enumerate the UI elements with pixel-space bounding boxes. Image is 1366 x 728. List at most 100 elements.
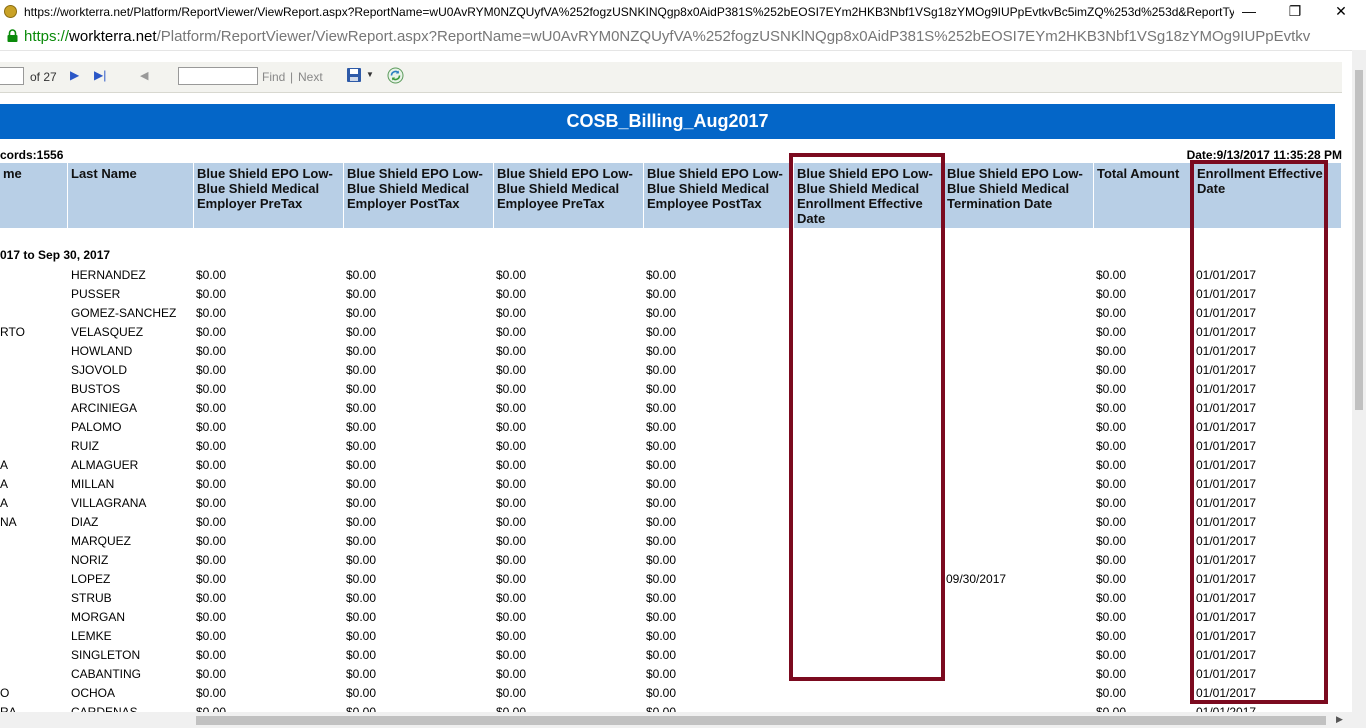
close-button[interactable]: ✕ [1318, 0, 1364, 24]
title-bar: https://workterra.net/Platform/ReportVie… [0, 0, 1366, 24]
table-row: RTO VELASQUEZ $0.00 $0.00 $0.00 $0.00 $0.00 01/… [0, 322, 1342, 341]
table-row: A MILLAN $0.00 $0.00 $0.00 $0.00 $0.00 01/01/20… [0, 474, 1342, 493]
cell-employer-posttax: $0.00 [346, 667, 377, 681]
cell-employer-posttax: $0.00 [346, 572, 377, 586]
cell-total-amount: $0.00 [1096, 553, 1127, 567]
cell-employer-pretax: $0.00 [196, 325, 227, 339]
page-number-input[interactable] [0, 67, 24, 85]
table-row: NA DIAZ $0.00 $0.00 $0.00 $0.00 $0.00 01/01/201… [0, 512, 1342, 531]
table-row: PUSSER $0.00 $0.00 $0.00 $0.00 $0.00 01/01/201… [0, 284, 1342, 303]
cell-total-amount: $0.00 [1096, 458, 1127, 472]
cell-employee-posttax: $0.00 [646, 458, 677, 472]
lock-icon [7, 29, 18, 42]
report-toolbar: of 27 ▶ ▶| ◀ Find | Next ▼ [0, 62, 1342, 93]
cell-employer-posttax: $0.00 [346, 382, 377, 396]
cell-employer-pretax: $0.00 [196, 591, 227, 605]
report-title: COSB_Billing_Aug2017 [0, 104, 1335, 139]
cell-total-amount: $0.00 [1096, 382, 1127, 396]
minimize-button[interactable]: — [1226, 0, 1272, 24]
url-scheme: https:// [24, 28, 70, 45]
cell-last-name: HERNANDEZ [71, 268, 146, 282]
table-row: STRUB $0.00 $0.00 $0.00 $0.00 $0.00 01/01/2017 [0, 588, 1342, 607]
table-row: BUSTOS $0.00 $0.00 $0.00 $0.00 $0.00 01/01/201… [0, 379, 1342, 398]
url-text[interactable]: https://workterra.net/Platform/ReportVie… [24, 28, 1310, 45]
find-link[interactable]: Find [262, 70, 285, 84]
cell-employee-posttax: $0.00 [646, 420, 677, 434]
cell-total-amount: $0.00 [1096, 477, 1127, 491]
cell-total-amount: $0.00 [1096, 515, 1127, 529]
cell-employee-posttax: $0.00 [646, 439, 677, 453]
cell-employee-pretax: $0.00 [496, 344, 527, 358]
cell-employee-posttax: $0.00 [646, 325, 677, 339]
vertical-scroll-thumb[interactable] [1355, 70, 1363, 410]
scroll-right-icon[interactable]: ▶ [1336, 714, 1343, 725]
vertical-scrollbar[interactable] [1352, 50, 1366, 728]
horizontal-scroll-thumb[interactable] [196, 716, 1326, 725]
cell-employer-posttax: $0.00 [346, 439, 377, 453]
cell-last-name: HOWLAND [71, 344, 133, 358]
table-row: LOPEZ $0.00 $0.00 $0.00 $0.00 09/30/2017 $0.00… [0, 569, 1342, 588]
cell-total-amount: $0.00 [1096, 591, 1127, 605]
maximize-button[interactable]: ❐ [1272, 0, 1318, 24]
find-input[interactable] [178, 67, 258, 85]
next-page-icon[interactable]: ▶ [70, 68, 79, 82]
window-title: https://workterra.net/Platform/ReportVie… [24, 5, 1234, 19]
cell-employer-posttax: $0.00 [346, 401, 377, 415]
cell-employee-pretax: $0.00 [496, 591, 527, 605]
cell-employer-pretax: $0.00 [196, 686, 227, 700]
cell-employer-pretax: $0.00 [196, 306, 227, 320]
toolbar-separator: | [290, 70, 294, 84]
cell-employee-pretax: $0.00 [496, 534, 527, 548]
back-icon[interactable]: ◀ [140, 69, 148, 82]
address-bar[interactable]: https://workterra.net/Platform/ReportVie… [0, 24, 1366, 51]
site-favicon-icon [4, 5, 17, 18]
cell-first-name: O [0, 686, 10, 700]
cell-employee-posttax: $0.00 [646, 401, 677, 415]
cell-employee-pretax: $0.00 [496, 458, 527, 472]
cell-last-name: OCHOA [71, 686, 116, 700]
cell-employee-posttax: $0.00 [646, 667, 677, 681]
highlight-box-enrollment-effective [1190, 160, 1328, 704]
export-dropdown-icon[interactable]: ▼ [366, 70, 374, 79]
cell-employer-pretax: $0.00 [196, 534, 227, 548]
cell-employer-posttax: $0.00 [346, 496, 377, 510]
cell-employer-pretax: $0.00 [196, 401, 227, 415]
cell-employee-posttax: $0.00 [646, 477, 677, 491]
records-count: cords:1556 [0, 148, 64, 162]
cell-employer-pretax: $0.00 [196, 572, 227, 586]
cell-employee-pretax: $0.00 [496, 496, 527, 510]
column-header-employer-posttax: Blue Shield EPO Low-Blue Shield Medical … [344, 163, 494, 228]
refresh-icon[interactable] [387, 67, 404, 84]
cell-employee-pretax: $0.00 [496, 515, 527, 529]
cell-first-name: NA [0, 515, 17, 529]
cell-employee-posttax: $0.00 [646, 629, 677, 643]
table-row: A ALMAGUER $0.00 $0.00 $0.00 $0.00 $0.00 01/01/… [0, 455, 1342, 474]
cell-employee-pretax: $0.00 [496, 287, 527, 301]
cell-employer-pretax: $0.00 [196, 363, 227, 377]
cell-total-amount: $0.00 [1096, 572, 1127, 586]
cell-employee-posttax: $0.00 [646, 686, 677, 700]
cell-total-amount: $0.00 [1096, 496, 1127, 510]
column-header-employee-pretax: Blue Shield EPO Low-Blue Shield Medical … [494, 163, 644, 228]
find-next-link[interactable]: Next [298, 70, 323, 84]
cell-employer-pretax: $0.00 [196, 515, 227, 529]
cell-employer-pretax: $0.00 [196, 496, 227, 510]
export-save-icon[interactable] [346, 67, 362, 83]
last-page-icon[interactable]: ▶| [94, 68, 106, 82]
cell-first-name: RTO [0, 325, 25, 339]
table-row: HERNANDEZ $0.00 $0.00 $0.00 $0.00 $0.00 01/01/… [0, 265, 1342, 284]
cell-employee-pretax: $0.00 [496, 610, 527, 624]
horizontal-scrollbar[interactable]: ▶ [0, 712, 1352, 728]
cell-employee-pretax: $0.00 [496, 268, 527, 282]
cell-last-name: ALMAGUER [71, 458, 139, 472]
cell-employee-pretax: $0.00 [496, 667, 527, 681]
cell-employee-pretax: $0.00 [496, 363, 527, 377]
cell-last-name: LOPEZ [71, 572, 111, 586]
cell-last-name: GOMEZ-SANCHEZ [71, 306, 177, 320]
cell-first-name: A [0, 496, 9, 510]
cell-employer-pretax: $0.00 [196, 477, 227, 491]
cell-employee-posttax: $0.00 [646, 496, 677, 510]
cell-total-amount: $0.00 [1096, 648, 1127, 662]
table-row: CABANTING $0.00 $0.00 $0.00 $0.00 $0.00 01/01/… [0, 664, 1342, 683]
cell-employer-posttax: $0.00 [346, 306, 377, 320]
